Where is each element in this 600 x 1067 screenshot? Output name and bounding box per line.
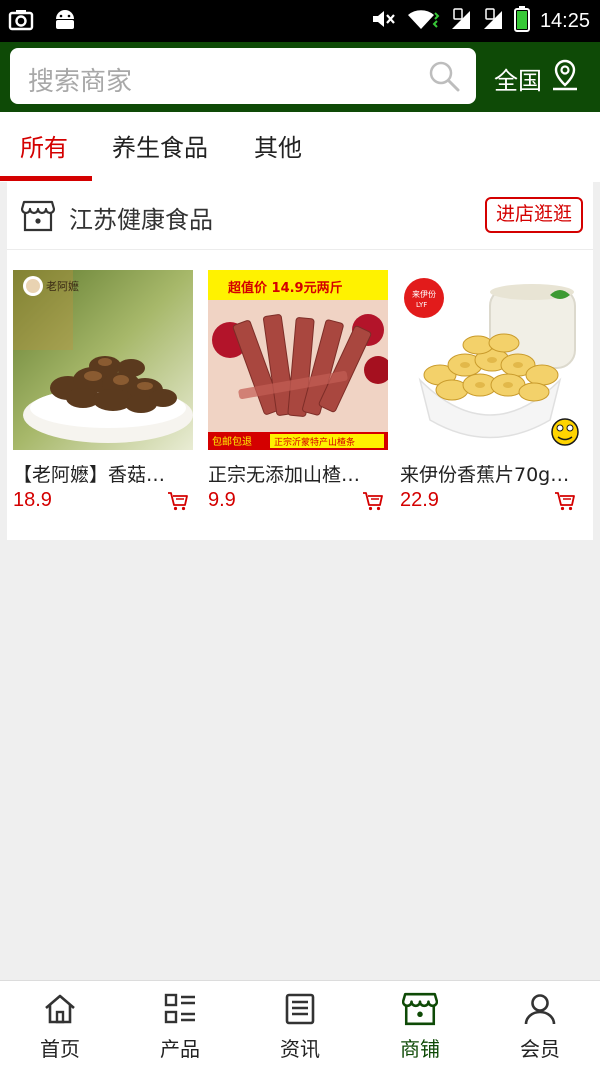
search-input[interactable]: 搜索商家 <box>10 48 476 104</box>
product-image[interactable]: 来伊份 LYF <box>400 270 580 450</box>
nav-shops[interactable]: 商铺 <box>360 989 480 1062</box>
category-tabs: 所有 养生食品 其他 <box>0 112 600 182</box>
enter-store-button[interactable]: 进店逛逛 <box>485 197 583 233</box>
clock: 14:25 <box>539 9 590 32</box>
shop-icon <box>360 989 480 1029</box>
product-list-icon <box>120 989 240 1029</box>
sim1-signal-icon <box>450 7 472 35</box>
nav-label: 资讯 <box>280 1037 320 1061</box>
nav-news[interactable]: 资讯 <box>240 989 360 1062</box>
nav-label: 产品 <box>160 1037 200 1061</box>
add-to-cart-icon[interactable] <box>167 491 189 515</box>
tab-all[interactable]: 所有 <box>20 128 68 163</box>
bottom-navigation: 首页 产品 资讯 商铺 会员 <box>0 980 600 1067</box>
product-price: 22.9 <box>400 489 439 511</box>
product-image-brand-abbr: LYF <box>416 301 427 309</box>
sim2-signal-icon <box>482 7 504 35</box>
status-bar: 14:25 <box>0 0 600 42</box>
add-to-cart-icon[interactable] <box>362 491 384 515</box>
search-placeholder: 搜索商家 <box>28 67 133 97</box>
nav-products[interactable]: 产品 <box>120 989 240 1062</box>
product-title[interactable]: 正宗无添加山楂… <box>208 460 384 487</box>
product-title[interactable]: 来伊份香蕉片70g… <box>400 460 576 487</box>
region-selector[interactable]: 全国 <box>494 58 580 98</box>
product-image-brand-text: 老阿嬷 <box>46 279 79 293</box>
add-to-cart-icon[interactable] <box>554 491 576 515</box>
store-icon <box>20 199 56 237</box>
app-header: 搜索商家 全国 <box>0 42 600 112</box>
product-price: 9.9 <box>208 489 236 511</box>
wifi-icon <box>406 7 440 35</box>
product-title[interactable]: 【老阿嬷】香菇… <box>13 460 189 487</box>
region-label: 全国 <box>494 66 542 95</box>
product-image[interactable]: 超值价 14.9元两斤 包邮包退 正宗沂蒙特产山楂条 <box>208 270 388 450</box>
product-image-promo-text: 超值价 14.9元两斤 <box>228 280 343 296</box>
android-icon <box>52 8 78 36</box>
screenshot-icon <box>8 8 34 36</box>
store-header[interactable]: 江苏健康食品 进店逛逛 <box>7 182 593 250</box>
product-image-origin-text: 正宗沂蒙特产山楂条 <box>274 436 355 448</box>
nav-label: 会员 <box>520 1037 560 1061</box>
nav-home[interactable]: 首页 <box>0 989 120 1062</box>
active-tab-indicator <box>0 176 92 181</box>
product-image-brand-text: 来伊份 <box>412 289 436 299</box>
news-icon <box>240 989 360 1029</box>
product-card[interactable]: 超值价 14.9元两斤 包邮包退 正宗沂蒙特产山楂条 正宗无添加山楂… 9.9 <box>208 270 388 519</box>
mute-icon <box>370 7 396 35</box>
tab-health-food[interactable]: 养生食品 <box>112 128 208 163</box>
product-price: 18.9 <box>13 489 52 511</box>
battery-icon <box>513 6 530 36</box>
nav-member[interactable]: 会员 <box>480 989 600 1062</box>
store-name: 江苏健康食品 <box>69 206 213 234</box>
member-icon <box>480 989 600 1029</box>
nav-label: 商铺 <box>400 1037 440 1061</box>
product-image-shipping-text: 包邮包退 <box>212 435 252 448</box>
store-card: 江苏健康食品 进店逛逛 老阿嬷 【老阿嬷】香菇… 18.9 超值价 14.9元两… <box>7 182 593 540</box>
product-card[interactable]: 老阿嬷 【老阿嬷】香菇… 18.9 <box>13 270 193 519</box>
product-image[interactable]: 老阿嬷 <box>13 270 193 450</box>
home-icon <box>0 989 120 1029</box>
product-card[interactable]: 来伊份 LYF 来伊份香蕉片70g… 22.9 <box>400 270 580 519</box>
search-icon[interactable] <box>428 60 460 96</box>
location-pin-icon <box>550 58 580 98</box>
nav-label: 首页 <box>40 1037 80 1061</box>
tab-other[interactable]: 其他 <box>254 128 302 163</box>
